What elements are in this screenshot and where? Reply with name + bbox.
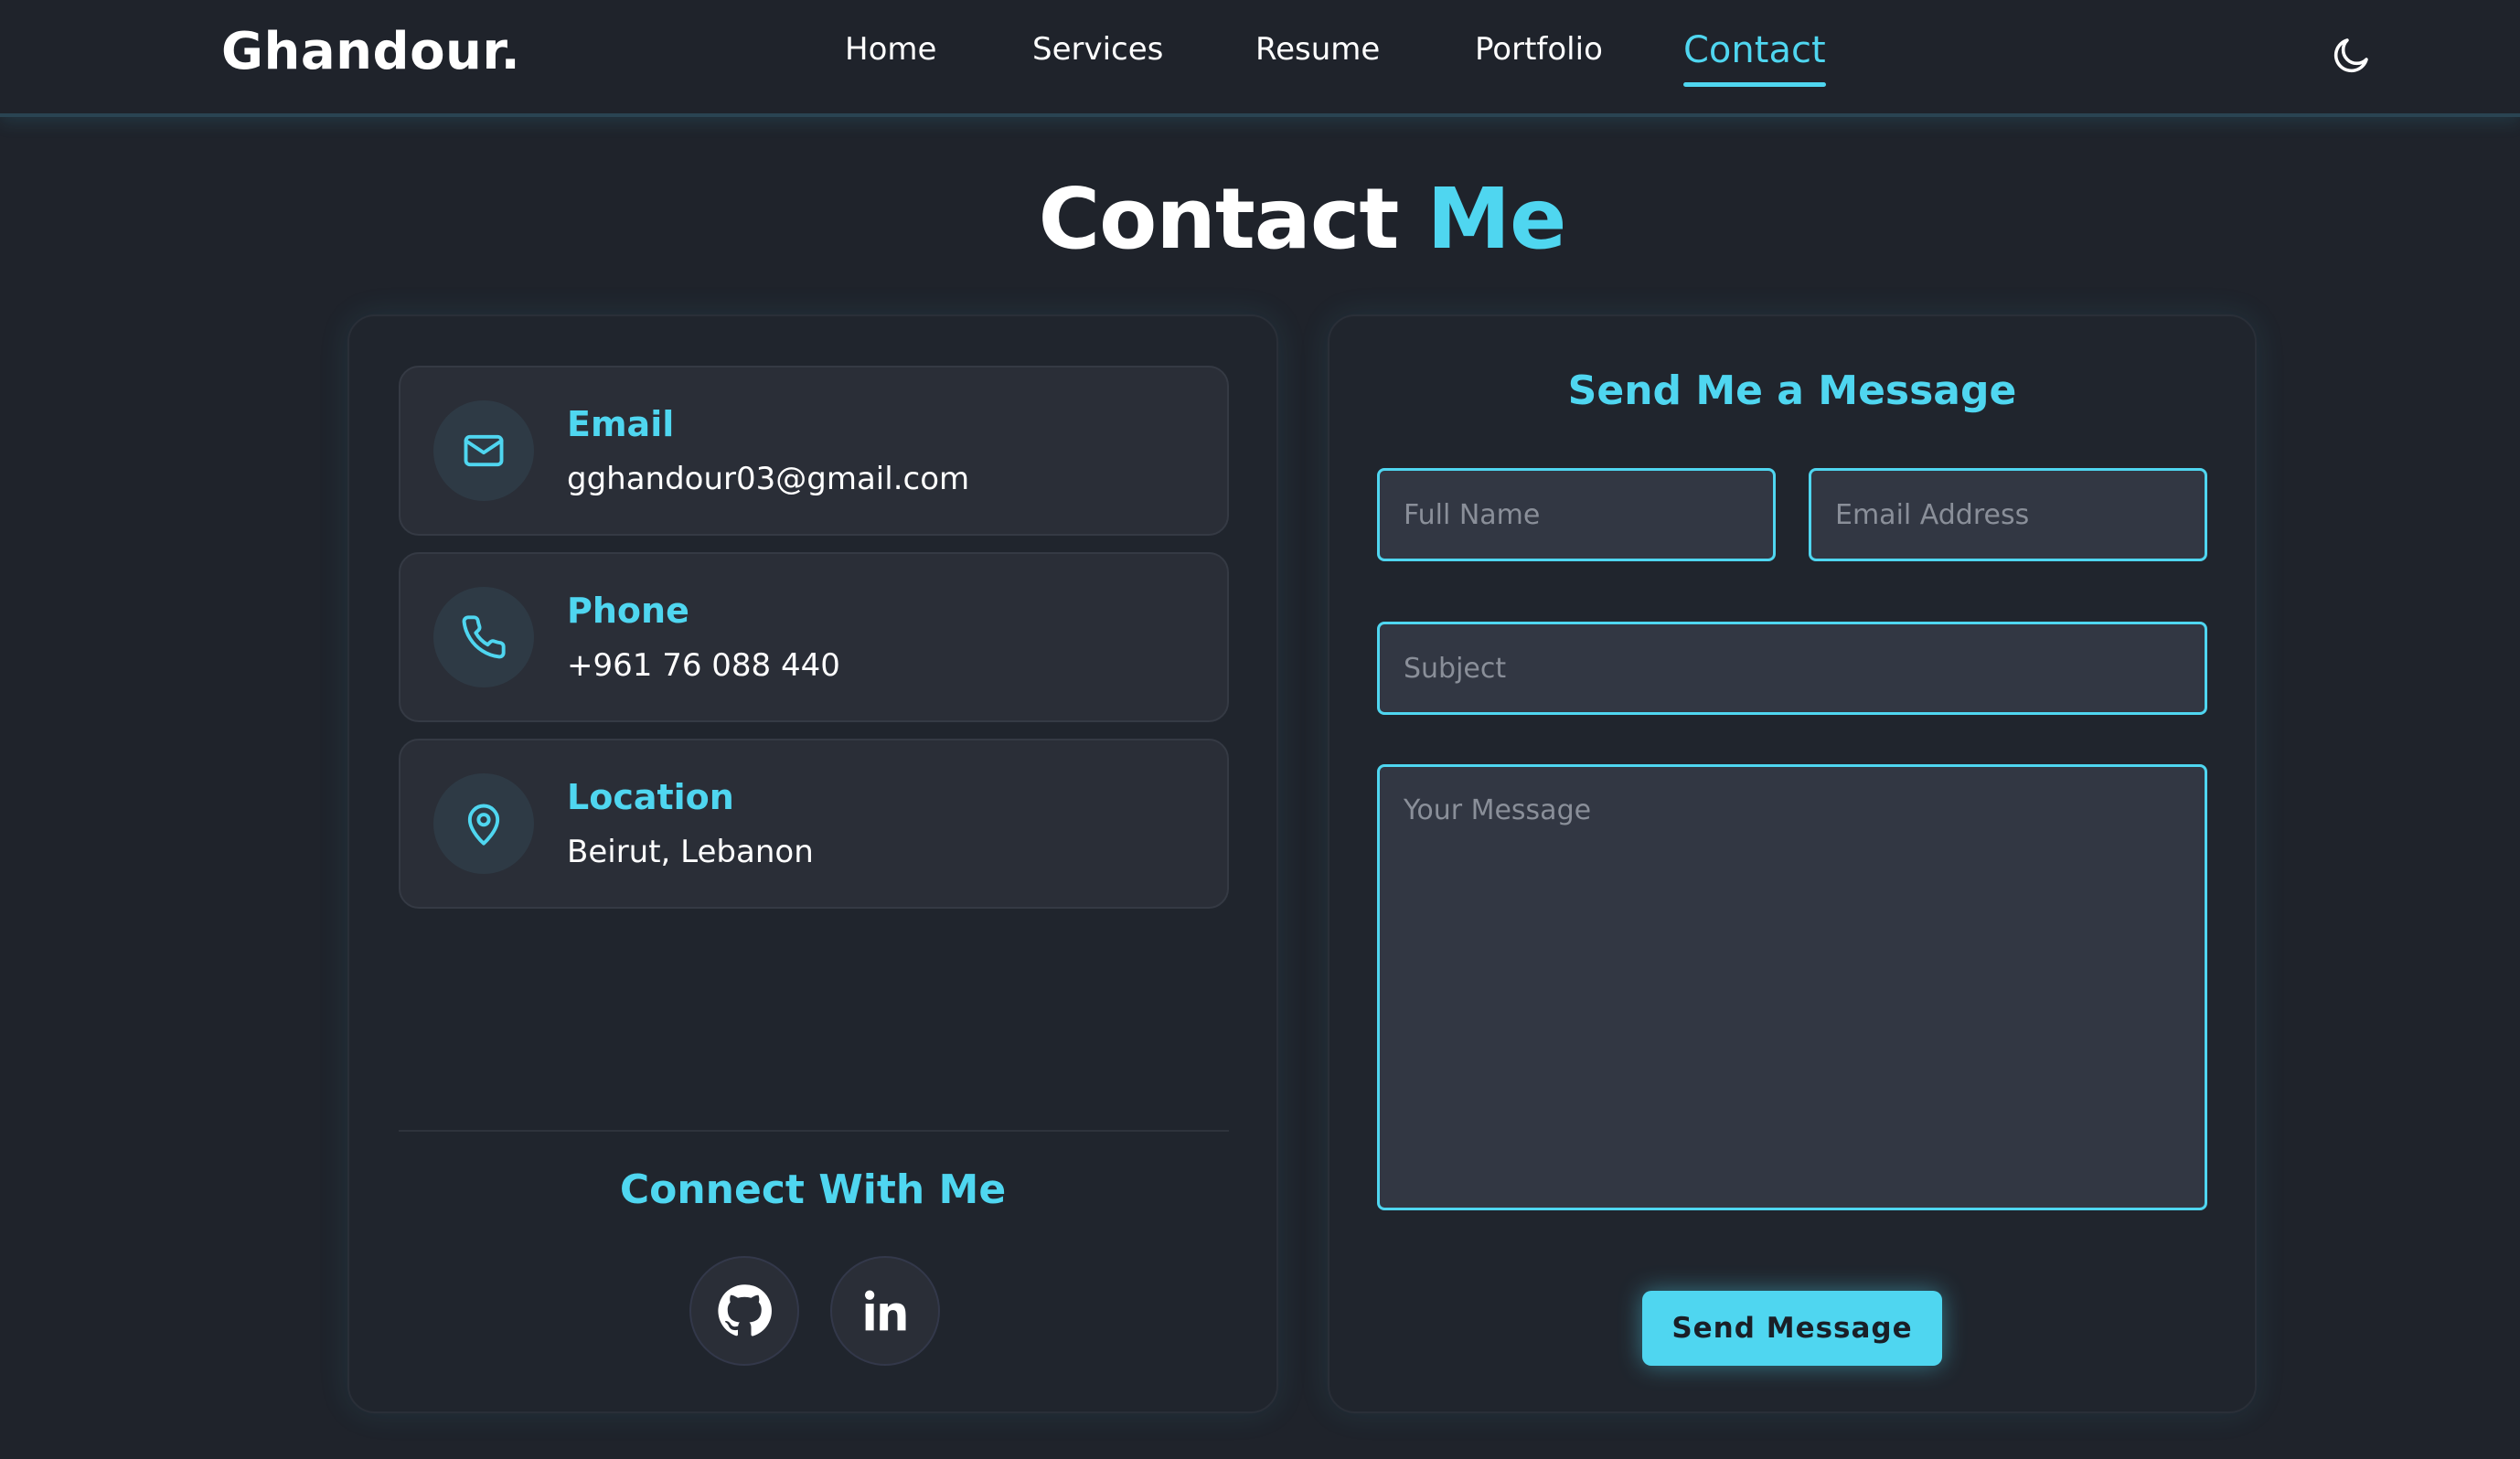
contact-item-value: Beirut, Lebanon	[567, 834, 814, 870]
full-name-input[interactable]	[1377, 468, 1776, 561]
nav-link-portfolio[interactable]: Portfolio	[1475, 31, 1603, 68]
contact-item-location[interactable]: Location Beirut, Lebanon	[399, 739, 1229, 909]
contact-item-title: Email	[567, 404, 675, 444]
nav-link-resume[interactable]: Resume	[1255, 31, 1380, 68]
message-form-card: Send Me a Message Send Message	[1328, 314, 2257, 1413]
active-nav-underline	[1683, 82, 1826, 87]
email-address-input[interactable]	[1809, 468, 2207, 561]
page-title-accent: Me	[1426, 170, 1566, 268]
send-message-button[interactable]: Send Message	[1642, 1291, 1942, 1366]
nav-link-services[interactable]: Services	[1032, 31, 1163, 68]
form-title: Send Me a Message	[1567, 367, 2017, 414]
linkedin-link[interactable]	[830, 1256, 940, 1366]
contact-item-email[interactable]: Email gghandour03@gmail.com	[399, 366, 1229, 536]
moon-icon	[2333, 38, 2368, 73]
nav-link-contact[interactable]: Contact	[1683, 29, 1826, 87]
info-icon-wrap	[433, 773, 534, 874]
contact-item-title: Phone	[567, 591, 689, 631]
navbar: Ghandour. Home Services Resume Portfolio…	[0, 0, 2520, 117]
nav-links: Home Services Resume Portfolio Contact	[0, 0, 2520, 110]
phone-icon	[462, 615, 506, 659]
subject-input[interactable]	[1377, 622, 2207, 715]
page-title-main: Contact	[1038, 170, 1400, 268]
contact-item-value: gghandour03@gmail.com	[567, 461, 970, 497]
github-icon	[718, 1284, 772, 1337]
page-title: Contact Me	[0, 170, 2520, 268]
theme-toggle-button[interactable]	[2330, 33, 2374, 77]
location-pin-icon	[467, 804, 500, 846]
contact-item-phone[interactable]: Phone +961 76 088 440	[399, 552, 1229, 722]
contact-info-card: Email gghandour03@gmail.com Phone +961 7…	[347, 314, 1278, 1413]
contact-item-value: +961 76 088 440	[567, 647, 840, 684]
github-link[interactable]	[689, 1256, 799, 1366]
nav-link-contact-label: Contact	[1683, 29, 1826, 71]
info-icon-wrap	[433, 587, 534, 687]
connect-title: Connect With Me	[619, 1166, 1007, 1213]
contact-item-title: Location	[567, 777, 734, 817]
linkedin-icon	[864, 1290, 906, 1331]
divider	[399, 1130, 1229, 1132]
mail-icon	[464, 434, 504, 467]
nav-link-home[interactable]: Home	[845, 31, 936, 68]
message-textarea[interactable]	[1377, 764, 2207, 1210]
info-icon-wrap	[433, 400, 534, 501]
